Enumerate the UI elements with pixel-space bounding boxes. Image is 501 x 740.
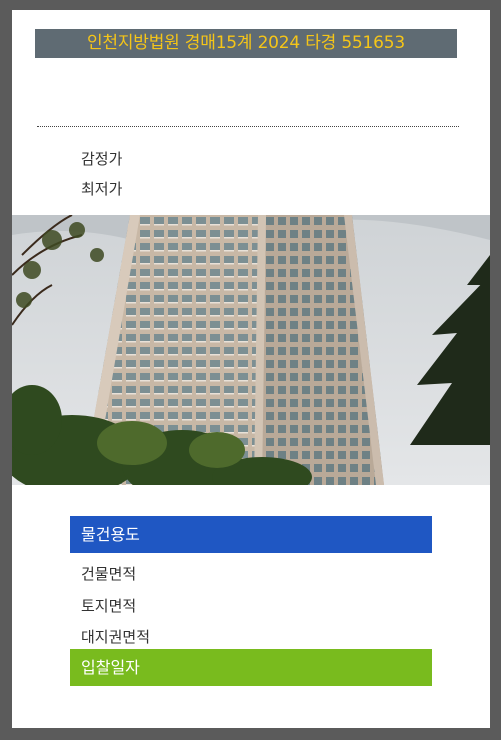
- case-title: 인천지방법원 경매15계 2024 타경 551653: [35, 29, 457, 58]
- usage-banner: 물건용도: [70, 516, 432, 553]
- building-area-label: 건물면적: [81, 565, 137, 583]
- bid-date-banner: 입찰일자: [70, 649, 432, 686]
- property-photo: [12, 215, 490, 485]
- minimum-price-label: 최저가: [81, 180, 123, 198]
- land-share-area-label: 대지권면적: [81, 628, 151, 646]
- appraisal-price-label: 감정가: [81, 150, 123, 168]
- divider: [37, 126, 459, 127]
- auction-card: 인천지방법원 경매15계 2024 타경 551653 감정가 최저가 물건용도…: [12, 10, 490, 728]
- land-area-label: 토지면적: [81, 597, 137, 615]
